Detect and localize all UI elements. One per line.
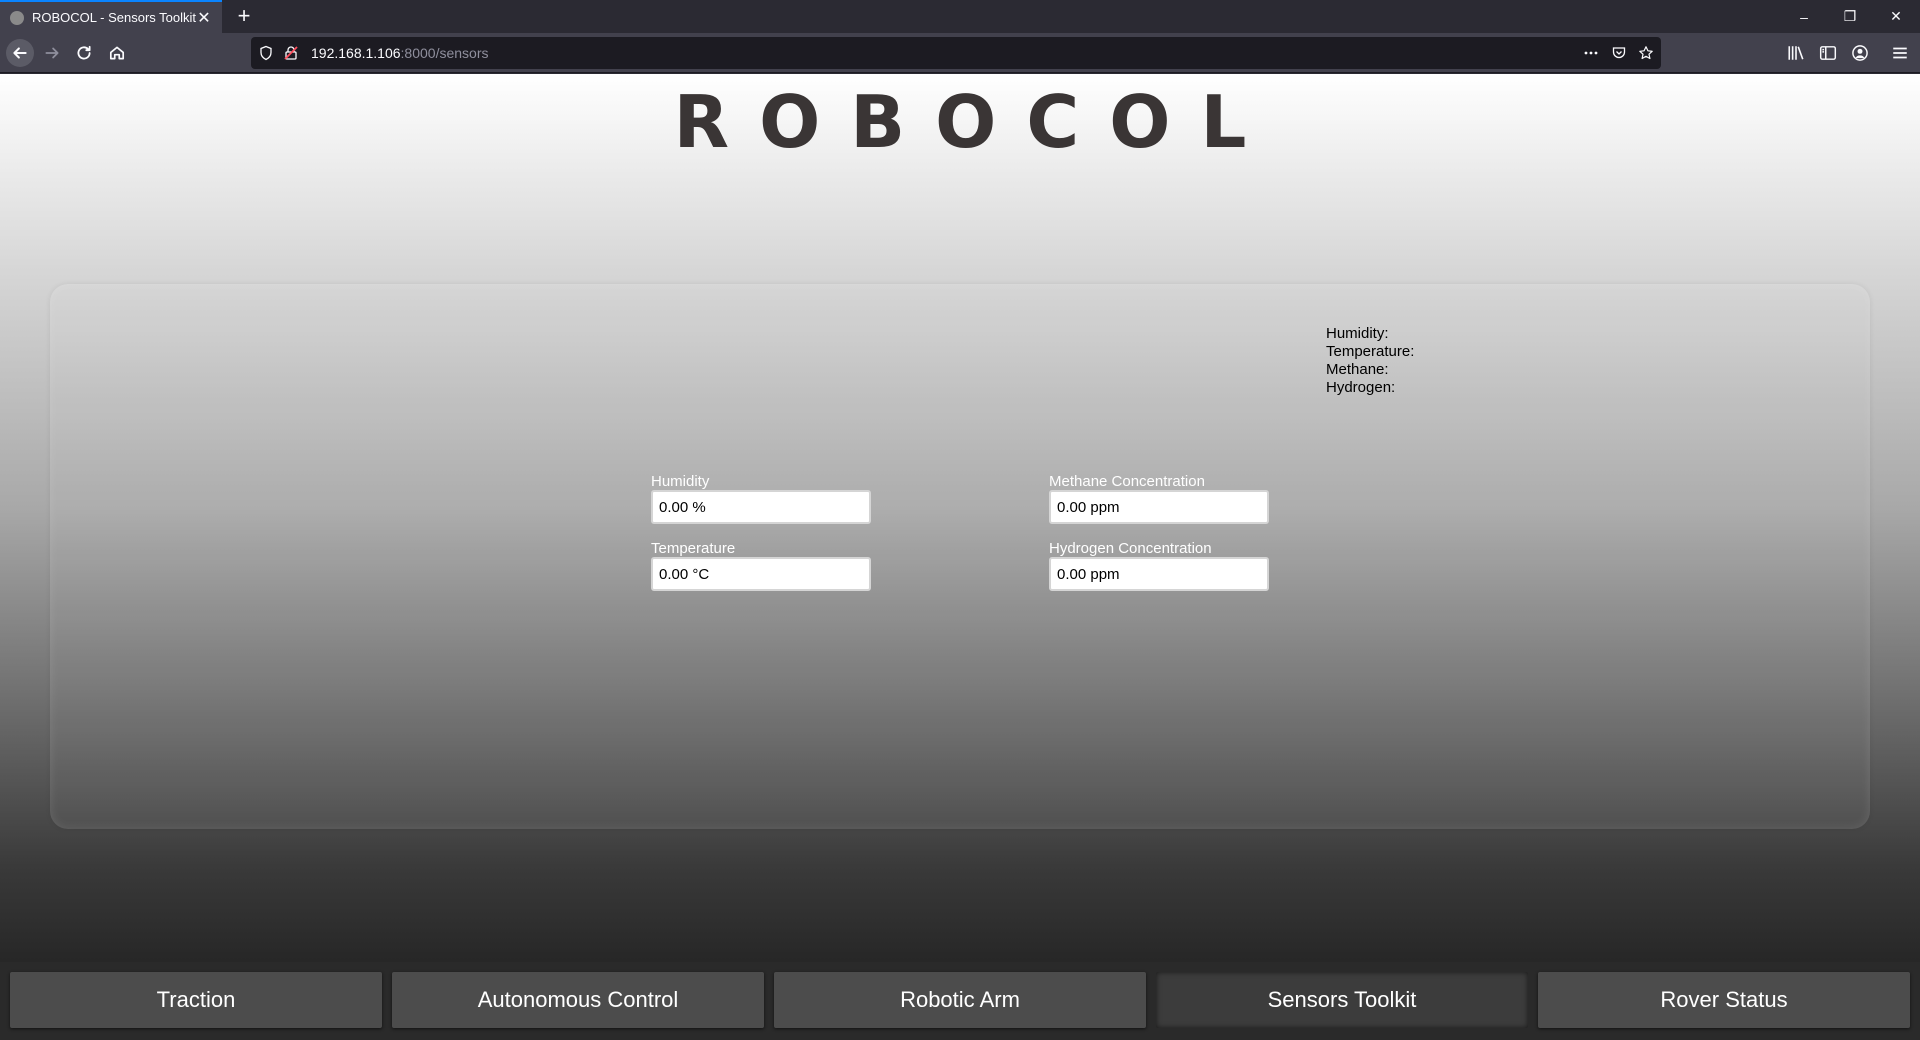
- more-actions-icon[interactable]: [1581, 43, 1601, 63]
- pocket-icon[interactable]: [1609, 43, 1629, 63]
- nav-tab-robotic-arm[interactable]: Robotic Arm: [774, 972, 1146, 1028]
- browser-tab[interactable]: ROBOCOL - Sensors Toolkit ✕: [0, 0, 222, 33]
- readout-hydrogen: Hydrogen:: [1326, 379, 1396, 396]
- readout-methane: Methane:: [1326, 361, 1389, 378]
- browser-toolbar: 192.168.1.106:8000/sensors: [0, 33, 1920, 73]
- shield-icon[interactable]: [256, 43, 276, 63]
- close-tab-icon[interactable]: ✕: [196, 8, 212, 28]
- nav-tab-sensors-toolkit[interactable]: Sensors Toolkit: [1156, 972, 1528, 1028]
- page-content: ROBOCOL Humidity: Temperature: Methane: …: [0, 74, 1920, 1040]
- browser-tab-strip: ROBOCOL - Sensors Toolkit ✕ + – ❐ ✕: [0, 0, 1920, 33]
- new-tab-button[interactable]: +: [230, 3, 258, 31]
- forward-arrow-icon: [45, 47, 59, 59]
- back-button[interactable]: [6, 39, 34, 67]
- nav-tab-traction[interactable]: Traction: [10, 972, 382, 1028]
- forward-button[interactable]: [38, 39, 66, 67]
- url-path: :8000/sensors: [400, 45, 489, 61]
- favicon-icon: [10, 10, 24, 25]
- methane-label: Methane Concentration: [1049, 473, 1205, 490]
- account-icon[interactable]: [1850, 43, 1870, 63]
- robocol-logo: ROBOCOL: [673, 80, 1277, 164]
- url-host: 192.168.1.106: [311, 45, 401, 61]
- methane-input[interactable]: [1049, 490, 1269, 524]
- sidebar-icon[interactable]: [1818, 43, 1838, 63]
- nav-tab-autonomous-control[interactable]: Autonomous Control: [392, 972, 764, 1028]
- address-bar[interactable]: 192.168.1.106:8000/sensors: [251, 37, 1661, 69]
- humidity-field-group: Humidity: [651, 473, 871, 524]
- reload-button[interactable]: [70, 39, 98, 67]
- restore-window-button[interactable]: ❐: [1827, 0, 1873, 33]
- temperature-field-group: Temperature: [651, 540, 871, 591]
- back-arrow-icon: [13, 47, 27, 59]
- library-icon[interactable]: [1786, 43, 1806, 63]
- temperature-label: Temperature: [651, 540, 736, 557]
- hydrogen-label: Hydrogen Concentration: [1049, 540, 1212, 557]
- temperature-input[interactable]: [651, 557, 871, 591]
- hydrogen-input[interactable]: [1049, 557, 1269, 591]
- menu-hamburger-icon[interactable]: [1890, 43, 1910, 63]
- tab-title: ROBOCOL - Sensors Toolkit: [32, 10, 196, 25]
- hydrogen-field-group: Hydrogen Concentration: [1049, 540, 1269, 591]
- nav-tab-rover-status[interactable]: Rover Status: [1538, 972, 1910, 1028]
- humidity-input[interactable]: [651, 490, 871, 524]
- sensor-readouts: Humidity: Temperature: Methane: Hydrogen…: [1326, 325, 1414, 397]
- reload-icon: [77, 45, 91, 60]
- sensors-panel: [50, 284, 1870, 829]
- minimize-window-button[interactable]: –: [1781, 0, 1827, 33]
- bookmark-star-icon[interactable]: [1636, 43, 1656, 63]
- insecure-lock-icon[interactable]: [281, 43, 301, 63]
- bottom-navigation: Traction Autonomous Control Robotic Arm …: [0, 962, 1920, 1040]
- home-button[interactable]: [103, 39, 131, 67]
- url-text: 192.168.1.106:8000/sensors: [311, 45, 488, 61]
- home-icon: [109, 46, 125, 60]
- humidity-label: Humidity: [651, 473, 710, 490]
- readout-temperature: Temperature:: [1326, 343, 1415, 360]
- close-window-button[interactable]: ✕: [1873, 0, 1919, 33]
- methane-field-group: Methane Concentration: [1049, 473, 1269, 524]
- readout-humidity: Humidity:: [1326, 325, 1389, 342]
